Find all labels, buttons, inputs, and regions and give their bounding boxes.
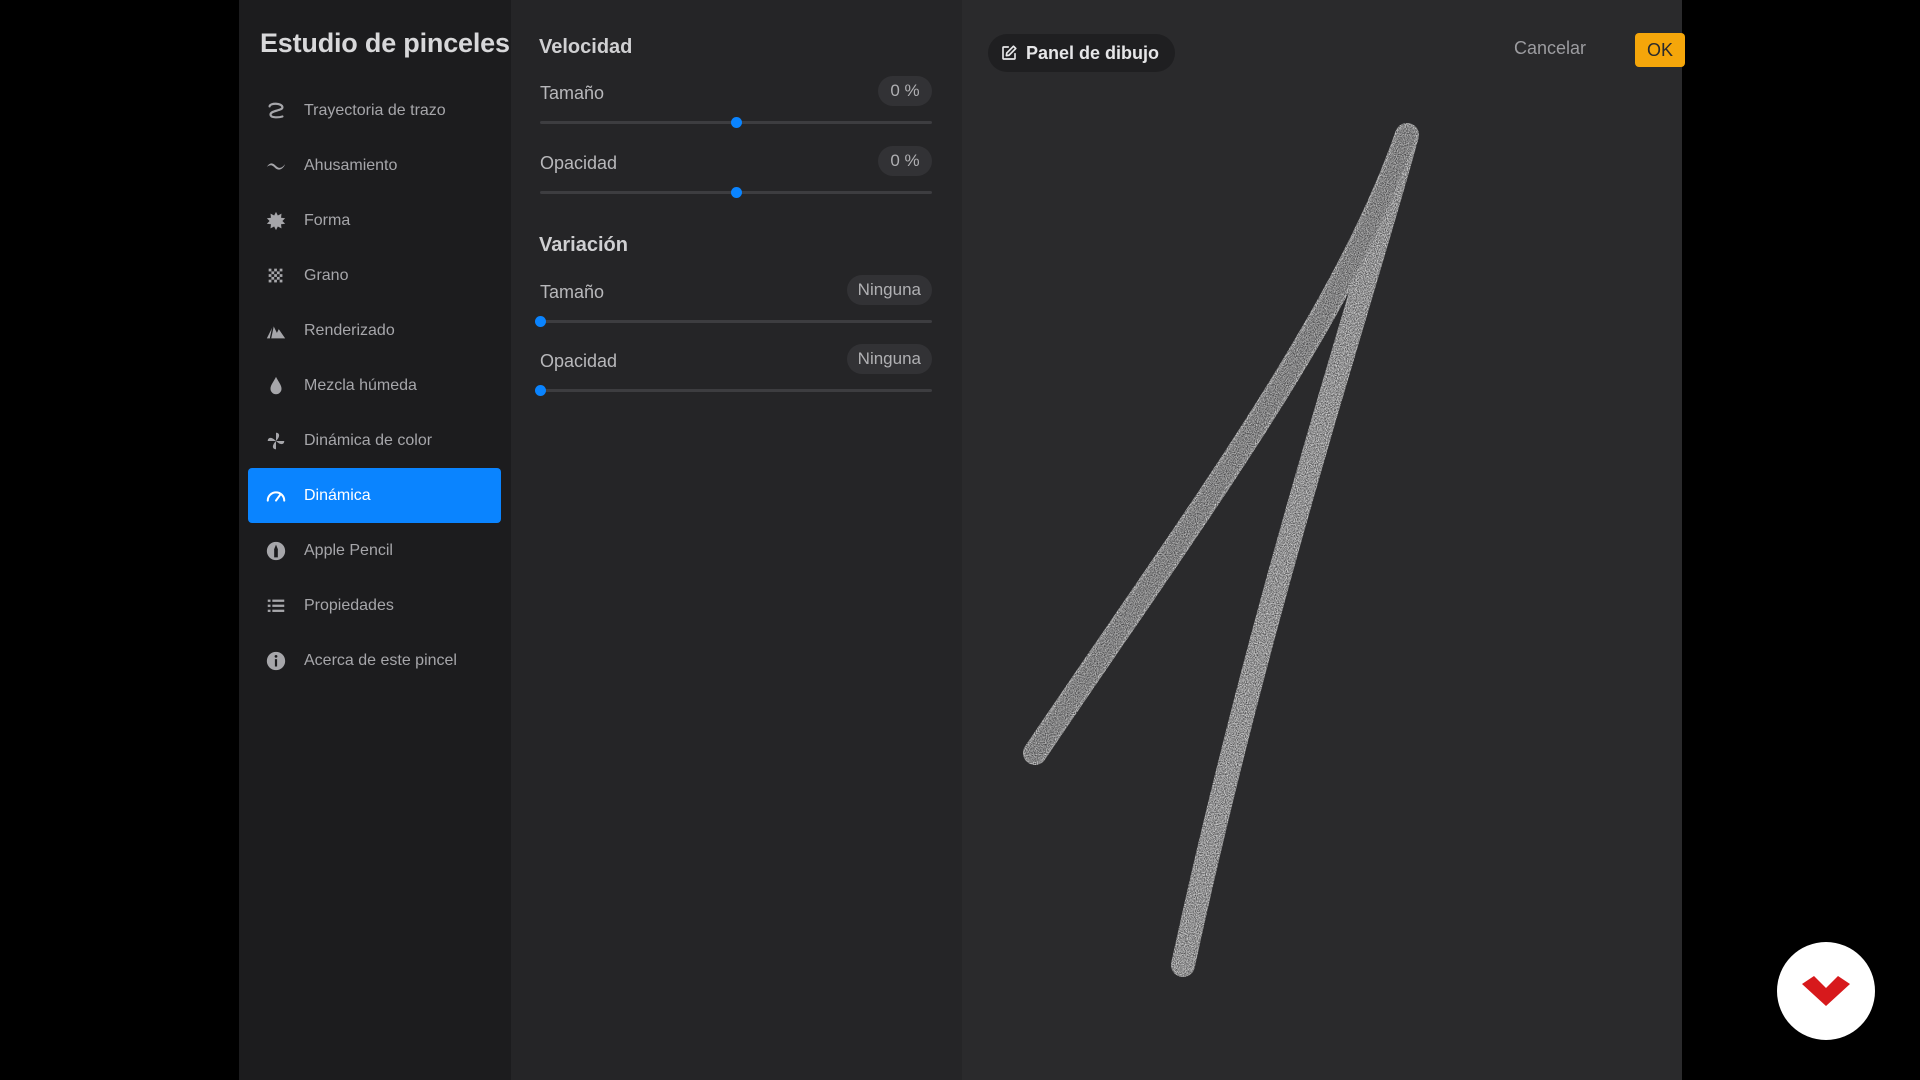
sidebar-item-label: Apple Pencil [304, 541, 393, 559]
color-dynamics-icon [264, 429, 288, 453]
brush-studio: Estudio de pinceles Trayectoria de trazo… [239, 0, 1685, 1080]
sidebar: Estudio de pinceles Trayectoria de trazo… [239, 0, 511, 1080]
brush-stroke-preview [1023, 123, 1419, 977]
brand-logo-icon [1802, 976, 1850, 1006]
sidebar-item-color-dynamics[interactable]: Dinámica de color [248, 413, 501, 468]
apple-pencil-icon [264, 539, 288, 563]
variation-size-slider[interactable] [535, 316, 932, 327]
sidebar-item-label: Forma [304, 211, 351, 229]
velocity-opacity-label: Opacidad [540, 153, 618, 173]
sidebar-item-properties[interactable]: Propiedades [248, 578, 501, 633]
slider-thumb[interactable] [535, 385, 546, 396]
sidebar-item-wet-mix[interactable]: Mezcla húmeda [248, 358, 501, 413]
sidebar-item-label: Acerca de este pincel [304, 651, 457, 669]
velocity-opacity-slider[interactable] [540, 187, 932, 198]
sidebar-item-about[interactable]: Acerca de este pincel [248, 633, 501, 688]
variation-size-label: Tamaño [540, 282, 605, 302]
sidebar-item-label: Trayectoria de trazo [304, 101, 446, 119]
slider-thumb[interactable] [731, 117, 742, 128]
settings-panel: Velocidad Tamaño 0 % Opacidad 0 % Variac… [511, 0, 962, 1080]
velocity-opacity-value[interactable]: 0 % [878, 146, 932, 176]
sidebar-item-label: Dinámica de color [304, 431, 433, 449]
sidebar-item-stroke-path[interactable]: Trayectoria de trazo [248, 83, 501, 138]
sidebar-item-grain[interactable]: Grano [248, 248, 501, 303]
sidebar-item-apple-pencil[interactable]: Apple Pencil [248, 523, 501, 578]
variation-opacity-label: Opacidad [540, 351, 618, 371]
slider-thumb[interactable] [731, 187, 742, 198]
rendering-icon [264, 319, 288, 343]
sidebar-item-shape[interactable]: Forma [248, 193, 501, 248]
variation-size-value[interactable]: Ninguna [846, 275, 932, 305]
variation-opacity-slider[interactable] [535, 385, 932, 396]
drawing-pad[interactable]: Panel de dibujo Cancelar OK [962, 0, 1685, 1080]
section-title-variacion: Variación [539, 234, 628, 256]
sidebar-item-label: Mezcla húmeda [304, 376, 417, 394]
sidebar-item-label: Grano [304, 266, 349, 284]
shape-icon [264, 209, 288, 233]
wet-mix-icon [264, 374, 288, 398]
sidebar-title: Estudio de pinceles [260, 28, 510, 58]
sidebar-item-taper[interactable]: Ahusamiento [248, 138, 501, 193]
velocity-size-value[interactable]: 0 % [878, 76, 932, 106]
taper-icon [264, 154, 288, 178]
sidebar-item-label: Renderizado [304, 321, 395, 339]
sidebar-item-label: Ahusamiento [304, 156, 398, 174]
sidebar-item-dynamics[interactable]: Dinámica [248, 468, 501, 523]
info-icon [264, 649, 288, 673]
sidebar-item-label: Propiedades [304, 596, 394, 614]
sidebar-menu: Trayectoria de trazo Ahusamiento Forma G… [248, 83, 501, 688]
stroke-path-icon [264, 99, 288, 123]
grain-icon [264, 264, 288, 288]
watermark-logo [1777, 942, 1875, 1040]
velocity-size-label: Tamaño [540, 83, 605, 103]
properties-icon [264, 594, 288, 618]
slider-thumb[interactable] [535, 316, 546, 327]
variation-opacity-value[interactable]: Ninguna [846, 344, 932, 374]
section-title-velocidad: Velocidad [539, 36, 633, 58]
sidebar-item-label: Dinámica [304, 486, 371, 504]
sidebar-item-rendering[interactable]: Renderizado [248, 303, 501, 358]
velocity-size-slider[interactable] [540, 117, 932, 128]
dynamics-icon [264, 484, 288, 508]
